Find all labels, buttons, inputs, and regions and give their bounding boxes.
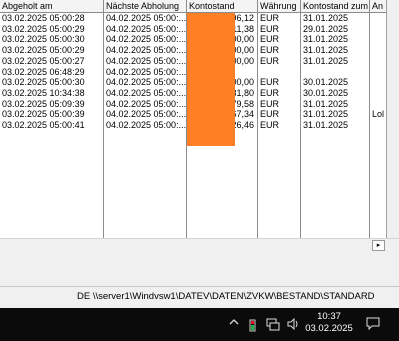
table-cell[interactable]: EUR: [258, 13, 300, 24]
table-cell[interactable]: 04.02.2025 05:00:...: [104, 45, 186, 56]
col-header-an[interactable]: An: [370, 0, 386, 13]
volume-icon[interactable]: [287, 317, 300, 333]
table-cell[interactable]: 04.02.2025 05:00:...: [104, 99, 186, 110]
table-cell[interactable]: 03.02.2025 05:00:29: [0, 24, 103, 35]
table-cell[interactable]: [370, 77, 386, 88]
table-cell[interactable]: 31.01.2025: [301, 56, 369, 67]
table-cell[interactable]: EUR: [258, 45, 300, 56]
table-cell[interactable]: 04.02.2025 05:00:...: [104, 13, 186, 24]
table-cell[interactable]: 04.02.2025 05:00:...: [104, 24, 186, 35]
table-cell[interactable]: 31.01.2025: [301, 120, 369, 131]
taskbar: 10:37 03.02.2025: [0, 308, 399, 341]
table-cell[interactable]: 04.02.2025 05:00:...: [104, 67, 186, 78]
table-cell[interactable]: 03.02.2025 05:00:41: [0, 120, 103, 131]
vertical-scrollbar[interactable]: [387, 0, 399, 238]
table-cell[interactable]: [370, 67, 386, 78]
clock-time: 10:37: [317, 311, 341, 322]
table-cell[interactable]: 30.01.2025: [301, 77, 369, 88]
network-icon[interactable]: [266, 318, 280, 334]
status-bar: DE \\server1\Windvsw1\DATEV\DATEN\ZVKW\B…: [0, 286, 399, 308]
data-grid[interactable]: Abgeholt am Nächste Abholung Kontostand …: [0, 0, 387, 238]
chevron-up-icon[interactable]: [229, 317, 239, 330]
table-cell[interactable]: EUR: [258, 109, 300, 120]
horizontal-scrollbar[interactable]: ▸: [0, 238, 399, 252]
table-cell[interactable]: 30.01.2025: [301, 88, 369, 99]
table-cell[interactable]: [370, 56, 386, 67]
notification-icon[interactable]: [366, 317, 380, 333]
table-cell[interactable]: 03.02.2025 05:00:27: [0, 56, 103, 67]
table-cell[interactable]: EUR: [258, 99, 300, 110]
table-cell[interactable]: [301, 67, 369, 78]
status-path: DE \\server1\Windvsw1\DATEV\DATEN\ZVKW\B…: [77, 291, 375, 302]
table-cell[interactable]: 04.02.2025 05:00:...: [104, 56, 186, 67]
table-cell[interactable]: 04.02.2025 05:00:...: [104, 88, 186, 99]
table-cell[interactable]: 31.01.2025: [301, 45, 369, 56]
table-cell[interactable]: 04.02.2025 05:00:...: [104, 77, 186, 88]
table-cell[interactable]: [370, 120, 386, 131]
table-cell[interactable]: Lol: [370, 109, 386, 120]
table-cell[interactable]: [370, 13, 386, 24]
table-cell[interactable]: 04.02.2025 05:00:...: [104, 34, 186, 45]
table-cell[interactable]: 03.02.2025 06:48:29: [0, 67, 103, 78]
table-cell[interactable]: EUR: [258, 77, 300, 88]
scroll-right-button[interactable]: ▸: [372, 240, 385, 251]
table-cell[interactable]: 04.02.2025 05:00:...: [104, 120, 186, 131]
col-header-waehrung[interactable]: Währung: [258, 0, 301, 13]
table-cell[interactable]: 03.02.2025 05:00:30: [0, 77, 103, 88]
redaction-block: [187, 13, 235, 146]
table-cell[interactable]: 03.02.2025 05:00:28: [0, 13, 103, 24]
table-cell[interactable]: EUR: [258, 56, 300, 67]
table-cell[interactable]: [370, 24, 386, 35]
table-cell[interactable]: [370, 88, 386, 99]
taskbar-clock[interactable]: 10:37 03.02.2025: [300, 311, 358, 335]
table-cell[interactable]: 03.02.2025 05:00:29: [0, 45, 103, 56]
table-cell[interactable]: 31.01.2025: [301, 99, 369, 110]
col-header-kontostand[interactable]: Kontostand: [187, 0, 258, 13]
table-cell[interactable]: EUR: [258, 120, 300, 131]
table-cell[interactable]: [370, 99, 386, 110]
table-cell[interactable]: [370, 34, 386, 45]
table-cell[interactable]: 31.01.2025: [301, 13, 369, 24]
table-cell[interactable]: 03.02.2025 10:34:38: [0, 88, 103, 99]
table-cell[interactable]: 03.02.2025 05:00:39: [0, 109, 103, 120]
clock-date: 03.02.2025: [305, 323, 353, 334]
col-header-naechste-abholung[interactable]: Nächste Abholung: [104, 0, 187, 13]
table-cell[interactable]: EUR: [258, 34, 300, 45]
table-cell[interactable]: EUR: [258, 88, 300, 99]
table-cell[interactable]: 03.02.2025 05:09:39: [0, 99, 103, 110]
table-cell[interactable]: 29.01.2025: [301, 24, 369, 35]
col-header-kontostand-zum[interactable]: Kontostand zum: [301, 0, 370, 13]
battery-icon[interactable]: [249, 319, 256, 335]
table-cell[interactable]: 04.02.2025 05:00:...: [104, 109, 186, 120]
table-cell[interactable]: [258, 67, 300, 78]
table-cell[interactable]: 31.01.2025: [301, 109, 369, 120]
col-header-abgeholt-am[interactable]: Abgeholt am: [0, 0, 104, 13]
table-cell[interactable]: 31.01.2025: [301, 34, 369, 45]
table-cell[interactable]: 03.02.2025 05:00:30: [0, 34, 103, 45]
table-cell[interactable]: [370, 45, 386, 56]
table-cell[interactable]: EUR: [258, 24, 300, 35]
